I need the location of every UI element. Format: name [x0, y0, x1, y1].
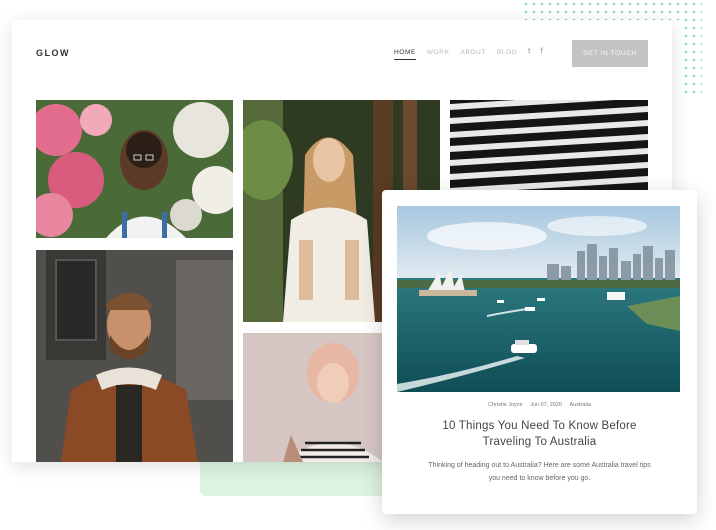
post-category[interactable]: Australia — [570, 402, 591, 408]
post-meta: Christie Joyce Jun 07, 2020 Australia — [382, 402, 697, 408]
twitter-icon[interactable]: t — [528, 48, 530, 55]
man-jacket-illustration — [36, 250, 233, 462]
sydney-harbour-photo[interactable] — [397, 206, 680, 392]
post-excerpt: Thinking of heading out to Australia? He… — [428, 462, 651, 482]
post-author[interactable]: Christie Joyce — [488, 402, 523, 408]
site-logo[interactable]: GLOW — [36, 48, 70, 58]
main-nav: HOME WORK ABOUT BLOG — [394, 49, 517, 60]
building-photo[interactable] — [450, 100, 648, 192]
woman-flowers-illustration — [36, 100, 233, 238]
nav-item-work[interactable]: WORK — [427, 49, 450, 60]
post-date: Jun 07, 2020 — [530, 402, 562, 408]
blog-post-card[interactable]: Christie Joyce Jun 07, 2020 Australia 10… — [382, 190, 697, 514]
post-title[interactable]: 10 Things You Need To Know Before Travel… — [432, 418, 647, 450]
facebook-icon[interactable]: f — [540, 48, 542, 55]
social-links: t f — [528, 48, 543, 55]
nav-item-blog[interactable]: BLOG — [497, 49, 517, 60]
woman-flowers-photo[interactable] — [36, 100, 233, 238]
nav-item-home[interactable]: HOME — [394, 49, 416, 60]
man-jacket-photo[interactable] — [36, 250, 233, 462]
building-illustration — [450, 100, 648, 192]
nav-item-about[interactable]: ABOUT — [461, 49, 486, 60]
sydney-harbour-illustration — [397, 206, 680, 392]
get-in-touch-button[interactable]: GET IN TOUCH — [572, 40, 648, 67]
